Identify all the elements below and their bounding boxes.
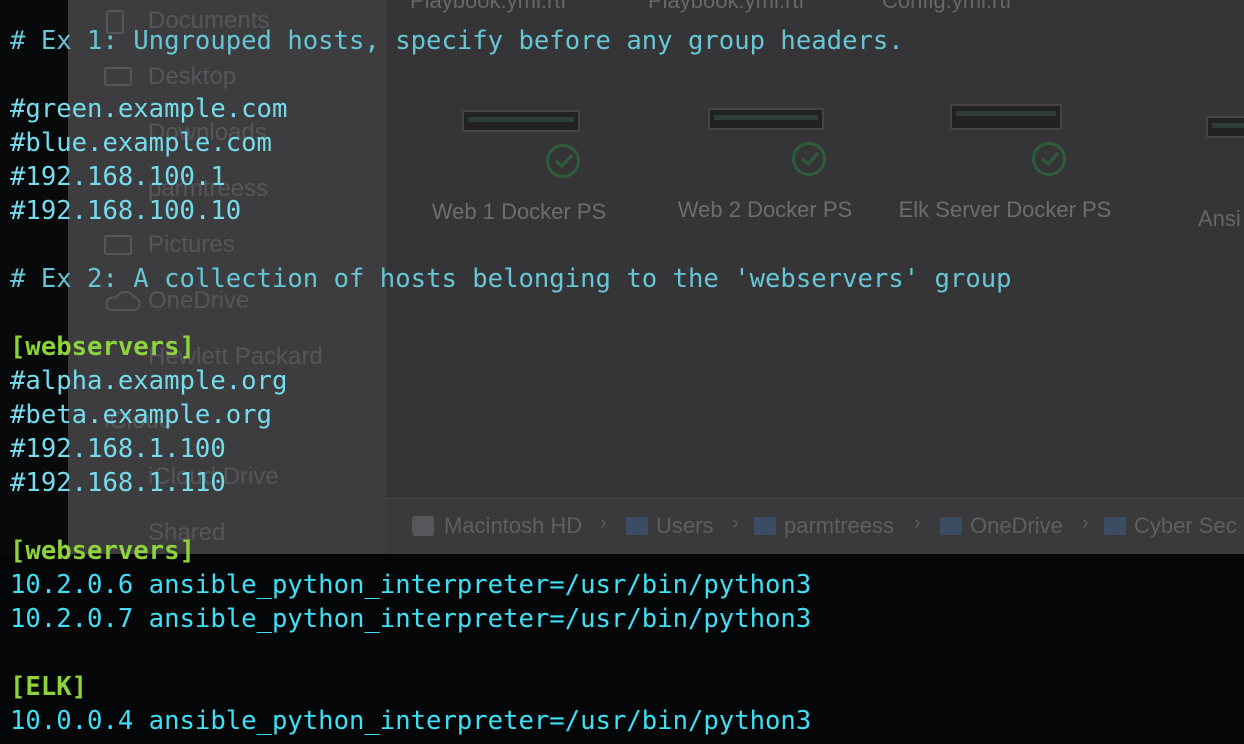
finder-content-area	[386, 0, 1244, 498]
terminal-comment-line: # Ex 2: A collection of hosts belonging …	[10, 264, 1012, 294]
folder-icon	[940, 517, 962, 535]
terminal-host-line: #beta.example.org	[10, 400, 272, 430]
terminal-host-line: #192.168.1.100	[10, 434, 226, 464]
home-folder-icon	[754, 517, 776, 535]
desktop-icon	[104, 66, 132, 88]
terminal-host-line: #192.168.100.10	[10, 196, 242, 226]
terminal-host-line: #green.example.com	[10, 94, 288, 124]
chevron-right-icon: ›	[914, 512, 921, 534]
file-thumbnail	[708, 108, 824, 130]
path-crumb[interactable]: Users	[626, 510, 713, 542]
path-crumb-label: OneDrive	[970, 513, 1063, 538]
terminal-inventory-line: 10.0.0.4 ansible_python_interpreter=/usr…	[10, 706, 812, 736]
checkmark-icon	[1032, 142, 1066, 176]
terminal-host-line: #alpha.example.org	[10, 366, 288, 396]
chevron-right-icon: ›	[732, 512, 739, 534]
path-crumb-label: Cyber Sec	[1134, 513, 1237, 538]
sidebar-item-label: Desktop	[148, 63, 237, 90]
file-name-label[interactable]: Playbook.yml.rtf	[648, 0, 805, 14]
file-thumbnail	[950, 104, 1062, 130]
terminal-inventory-line: 10.2.0.7 ansible_python_interpreter=/usr…	[10, 604, 812, 634]
terminal-host-line: #192.168.100.1	[10, 162, 226, 192]
checkmark-icon	[792, 142, 826, 176]
chevron-right-icon: ›	[600, 512, 607, 534]
folder-icon	[1104, 517, 1126, 535]
path-crumb-label: Users	[656, 513, 714, 538]
checkmark-icon	[546, 144, 580, 178]
terminal-host-line: #blue.example.com	[10, 128, 272, 158]
path-crumb-label: parmtreess	[784, 513, 895, 538]
terminal-comment-line: # Ex 1: Ungrouped hosts, specify before …	[10, 26, 904, 56]
sidebar-item-label: Pictures	[148, 231, 235, 258]
terminal-group-header: [webservers]	[10, 536, 195, 566]
terminal-group-header: [ELK]	[10, 672, 88, 702]
file-name-label[interactable]: Playbook.yml.rtf	[410, 0, 567, 14]
hard-drive-icon	[412, 516, 434, 536]
path-crumb[interactable]: Macintosh HD	[412, 510, 582, 542]
file-name-label: Web 2 Docker PS	[677, 197, 853, 222]
path-crumb[interactable]: Cyber Sec	[1104, 510, 1237, 542]
chevron-right-icon: ›	[1082, 512, 1089, 534]
file-name-label: Web 1 Docker PS	[431, 199, 607, 224]
folder-icon	[626, 517, 648, 535]
sidebar-item-desktop[interactable]: Desktop	[104, 62, 236, 92]
terminal-host-line: #192.168.1.110	[10, 468, 226, 498]
file-name-label: Elk Server Docker PS	[898, 197, 1112, 222]
terminal-group-header: [webservers]	[10, 332, 195, 362]
pictures-icon	[104, 234, 132, 256]
path-crumb[interactable]: OneDrive	[940, 510, 1063, 542]
file-name-label: Ansi	[1198, 206, 1241, 231]
file-name-label[interactable]: Config.yml.rtf	[882, 0, 1012, 14]
sidebar-item-pictures[interactable]: Pictures	[104, 230, 235, 260]
file-thumbnail	[462, 110, 580, 132]
terminal-inventory-line: 10.2.0.6 ansible_python_interpreter=/usr…	[10, 570, 812, 600]
file-thumbnail	[1206, 116, 1244, 138]
path-crumb-label: Macintosh HD	[444, 513, 583, 538]
path-crumb[interactable]: parmtreess	[754, 510, 894, 542]
